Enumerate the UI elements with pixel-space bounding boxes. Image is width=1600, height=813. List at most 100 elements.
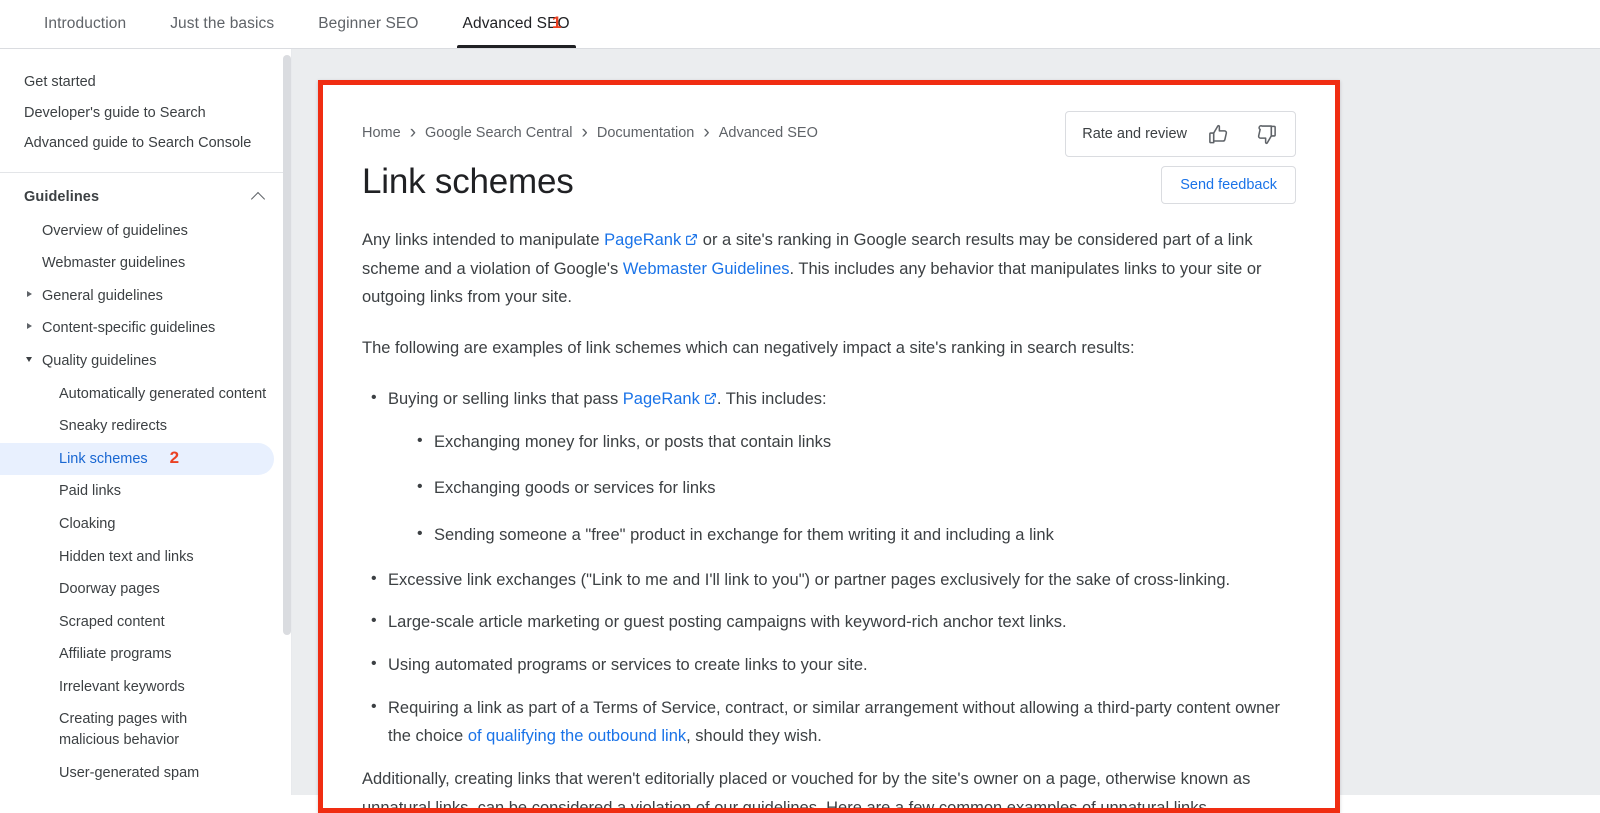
top-tab-bar: Introduction Just the basics Beginner SE… bbox=[0, 0, 1600, 49]
sidebar-item-creating-pages-with-malicious-behavior[interactable]: Creating pages with malicious behavior bbox=[0, 703, 250, 756]
sidebar-item-label: Automatically generated content bbox=[59, 385, 267, 402]
sidebar-item-affiliate-programs[interactable]: Affiliate programs bbox=[0, 638, 292, 671]
list-item-free-product: Sending someone a "free" product in exch… bbox=[417, 520, 1296, 550]
breadcrumb-home[interactable]: Home bbox=[362, 125, 401, 141]
sidebar-item-user-generated-spam[interactable]: User-generated spam bbox=[0, 757, 292, 790]
breadcrumb-separator-icon bbox=[410, 123, 416, 142]
annotation-marker-1: 1 bbox=[552, 13, 562, 32]
article-content: Any links intended to manipulate PageRan… bbox=[362, 226, 1296, 813]
sidebar-item-label: User-generated spam bbox=[59, 764, 200, 781]
breadcrumb-advanced-seo[interactable]: Advanced SEO bbox=[719, 125, 818, 141]
triangle-right-icon[interactable] bbox=[27, 323, 32, 330]
sidebar-item-label: Webmaster guidelines bbox=[42, 255, 186, 272]
link-pagerank[interactable]: PageRank bbox=[604, 231, 681, 249]
sidebar-item-label: Cloaking bbox=[59, 515, 116, 532]
external-link-icon bbox=[685, 227, 698, 245]
link-qualifying-outbound-link[interactable]: of qualifying the outbound link bbox=[468, 727, 686, 745]
tab-beginner-seo[interactable]: Beginner SEO bbox=[296, 0, 440, 48]
list-item-automated-programs: Using automated programs or services to … bbox=[371, 650, 1296, 680]
sidebar-item-label: Doorway pages bbox=[59, 581, 160, 598]
breadcrumb-documentation[interactable]: Documentation bbox=[597, 125, 695, 141]
sidebar-section-title: Guidelines bbox=[24, 188, 100, 205]
tab-label: Just the basics bbox=[170, 15, 275, 32]
sidebar-item-developers-guide[interactable]: Developer's guide to Search bbox=[0, 98, 292, 129]
send-feedback-button[interactable]: Send feedback bbox=[1161, 166, 1296, 204]
list-item-large-scale-article-marketing: Large-scale article marketing or guest p… bbox=[371, 607, 1296, 637]
sidebar-item-label: Content-specific guidelines bbox=[42, 320, 216, 337]
sidebar-item-label: Irrelevant keywords bbox=[59, 678, 185, 695]
sidebar-guidelines-items: Overview of guidelines Webmaster guideli… bbox=[0, 215, 292, 795]
sidebar-navigation: Get started Developer's guide to Search … bbox=[0, 49, 292, 795]
text-fragment: Any links intended to manipulate bbox=[362, 231, 605, 249]
sidebar-item-label: Link schemes bbox=[59, 450, 148, 467]
annotation-marker-2: 2 bbox=[169, 447, 180, 467]
sidebar-item-label: Affiliate programs bbox=[59, 646, 172, 663]
sidebar-item-get-started[interactable]: Get started bbox=[0, 67, 292, 98]
list-item-exchanging-money: Exchanging money for links, or posts tha… bbox=[417, 427, 1296, 457]
sidebar-item-label: Quality guidelines bbox=[42, 353, 157, 370]
tab-list: Introduction Just the basics Beginner SE… bbox=[0, 0, 592, 48]
sidebar-item-label: Scraped content bbox=[59, 613, 165, 630]
chevron-up-icon[interactable] bbox=[253, 190, 266, 203]
text-fragment: . This includes: bbox=[716, 389, 827, 408]
triangle-down-icon[interactable] bbox=[26, 357, 32, 363]
sidebar-item-label: Creating pages with malicious behavior bbox=[59, 711, 188, 748]
sidebar-item-automatically-generated-content[interactable]: Automatically generated content bbox=[0, 378, 292, 411]
sidebar-item-label: Advanced guide to Search Console bbox=[24, 135, 252, 152]
sidebar-item-advanced-guide[interactable]: Advanced guide to Search Console bbox=[0, 128, 292, 159]
document-card: Home Google Search Central Documentation… bbox=[318, 80, 1340, 813]
breadcrumb-separator-icon bbox=[582, 123, 588, 142]
list-item-exchanging-goods: Exchanging goods or services for links bbox=[417, 473, 1296, 503]
sidebar-item-label: Sneaky redirects bbox=[59, 418, 167, 435]
link-webmaster-guidelines[interactable]: Webmaster Guidelines bbox=[623, 260, 790, 278]
list-item-excessive-link-exchanges: Excessive link exchanges ("Link to me an… bbox=[371, 565, 1296, 595]
sidebar-item-overview-of-guidelines[interactable]: Overview of guidelines bbox=[0, 215, 292, 248]
paragraph-examples-lead: The following are examples of link schem… bbox=[362, 339, 1135, 358]
sidebar-item-content-specific-guidelines[interactable]: Content-specific guidelines bbox=[0, 312, 292, 345]
rate-and-review-label: Rate and review bbox=[1082, 126, 1187, 142]
link-pagerank[interactable]: PageRank bbox=[623, 390, 700, 408]
sidebar-item-paid-links[interactable]: Paid links bbox=[0, 475, 292, 508]
sidebar-item-label: Developer's guide to Search bbox=[24, 104, 206, 121]
sidebar-item-scraped-content[interactable]: Scraped content bbox=[0, 606, 292, 639]
paragraph-intro: Any links intended to manipulate PageRan… bbox=[362, 226, 1296, 312]
document-body: Home Google Search Central Documentation… bbox=[318, 80, 1340, 813]
sidebar-item-webmaster-guidelines[interactable]: Webmaster guidelines bbox=[0, 247, 292, 280]
sidebar-item-label: Hidden text and links bbox=[59, 548, 194, 565]
sidebar-item-label: Overview of guidelines bbox=[42, 222, 188, 239]
sidebar-item-general-guidelines[interactable]: General guidelines bbox=[0, 280, 292, 313]
sidebar-item-ways-to-prevent-comment-spam[interactable]: Ways to Prevent Comment Spam bbox=[0, 789, 245, 795]
text-fragment: Buying or selling links that pass bbox=[388, 389, 623, 408]
sidebar-item-quality-guidelines[interactable]: Quality guidelines bbox=[0, 345, 292, 378]
external-link-icon bbox=[704, 386, 717, 404]
list-item-buying-selling-links: Buying or selling links that pass PageRa… bbox=[371, 384, 1296, 550]
thumb-up-icon[interactable] bbox=[1201, 117, 1235, 151]
tab-introduction[interactable]: Introduction bbox=[22, 0, 148, 48]
tab-label: Beginner SEO bbox=[318, 15, 419, 32]
send-feedback-label: Send feedback bbox=[1180, 177, 1277, 193]
sidebar-item-cloaking[interactable]: Cloaking bbox=[0, 508, 292, 541]
link-schemes-list: Buying or selling links that pass PageRa… bbox=[362, 384, 1296, 751]
content-background: Home Google Search Central Documentation… bbox=[292, 49, 1600, 813]
sidebar-item-sneaky-redirects[interactable]: Sneaky redirects bbox=[0, 410, 292, 443]
tab-label: Introduction bbox=[44, 15, 127, 32]
sub-list-buying-selling: Exchanging money for links, or posts tha… bbox=[388, 427, 1296, 550]
triangle-right-icon[interactable] bbox=[27, 290, 32, 297]
breadcrumb-separator-icon bbox=[703, 123, 709, 142]
breadcrumb-google-search-central[interactable]: Google Search Central bbox=[425, 125, 573, 141]
paragraph-unnatural-links: Additionally, creating links that weren'… bbox=[362, 770, 1251, 813]
sidebar-item-label: Get started bbox=[24, 74, 96, 90]
sidebar-item-irrelevant-keywords[interactable]: Irrelevant keywords bbox=[0, 671, 292, 704]
sidebar-item-hidden-text-and-links[interactable]: Hidden text and links bbox=[0, 541, 292, 574]
list-item-requiring-a-link-tos: Requiring a link as part of a Terms of S… bbox=[371, 693, 1296, 751]
text-fragment: , should they wish. bbox=[686, 727, 822, 746]
sidebar-top-links: Get started Developer's guide to Search … bbox=[0, 49, 292, 172]
tab-advanced-seo[interactable]: Advanced SEO bbox=[441, 0, 592, 48]
sidebar-scrollbar-thumb[interactable] bbox=[283, 55, 291, 635]
thumb-down-icon[interactable] bbox=[1249, 117, 1283, 151]
tab-just-the-basics[interactable]: Just the basics bbox=[148, 0, 296, 48]
sidebar-item-link-schemes[interactable]: Link schemes 2 bbox=[0, 442, 274, 476]
sidebar-item-doorway-pages[interactable]: Doorway pages bbox=[0, 573, 292, 606]
sidebar-section-guidelines[interactable]: Guidelines bbox=[0, 173, 292, 215]
sidebar-item-label: Paid links bbox=[59, 483, 122, 500]
